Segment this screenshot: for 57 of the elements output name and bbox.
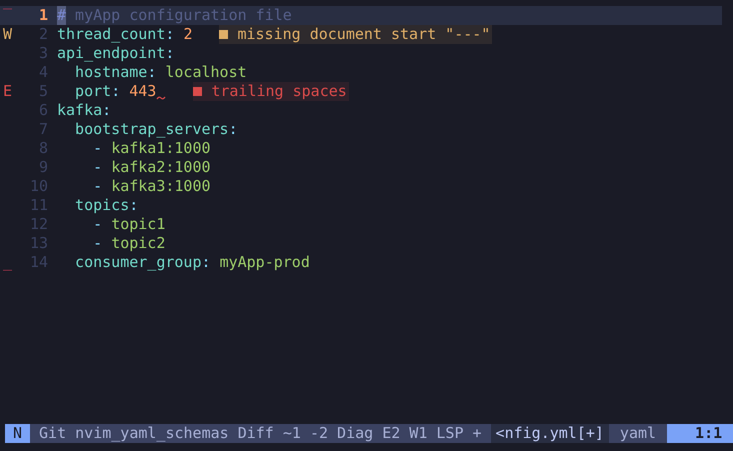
- diagnostic-icon: [193, 87, 202, 96]
- code-token: myApp configuration file: [74, 6, 292, 25]
- code-token: thread_count: [57, 25, 166, 44]
- code-token: :: [202, 253, 212, 272]
- code-token: -: [92, 158, 104, 177]
- code-token: :: [111, 82, 122, 101]
- error-sign: E: [3, 82, 12, 101]
- code-token: myApp-prod: [220, 253, 310, 272]
- code-token: kafka3:1000: [111, 177, 211, 196]
- line-number: 12: [28, 215, 48, 234]
- code-token: 443: [129, 82, 156, 101]
- code-token: topic1: [111, 215, 166, 234]
- code-token: -: [92, 215, 104, 234]
- code-token: topics: [74, 196, 130, 215]
- line-number: 14: [28, 253, 48, 272]
- warning-sign: W: [3, 25, 12, 44]
- code-token: -: [92, 177, 104, 196]
- code-token: -: [92, 234, 104, 253]
- code-token: port: [74, 82, 112, 101]
- status-section: 1:1: [667, 424, 733, 443]
- code-token: :: [165, 44, 174, 63]
- line-number: 2: [38, 25, 48, 44]
- line-number: 7: [38, 120, 48, 139]
- line-number: 13: [28, 234, 48, 253]
- code-token: 2: [183, 25, 192, 44]
- code-token: consumer_group: [74, 253, 202, 272]
- code-token: hostname: [74, 63, 148, 82]
- code-token: :: [228, 120, 238, 139]
- status-section: N: [5, 424, 30, 443]
- code-token: kafka: [57, 101, 102, 120]
- diagnostic-message: missing document start "---": [219, 25, 492, 44]
- code-token: :: [165, 25, 176, 44]
- line-number: 10: [28, 177, 48, 196]
- line-number: 3: [38, 44, 48, 63]
- line-number: 1: [38, 6, 48, 25]
- code-token: :: [147, 63, 158, 82]
- git-sign: _: [3, 253, 12, 272]
- code-token: -: [92, 139, 104, 158]
- line-number: 4: [38, 63, 48, 82]
- line-number: 6: [38, 101, 48, 120]
- line-number: 5: [38, 82, 48, 101]
- line-number: 8: [38, 139, 48, 158]
- code-token: api_endpoint: [57, 44, 166, 63]
- git-sign: ‾: [3, 6, 12, 25]
- code-token: :: [129, 196, 138, 215]
- cursor: #: [57, 6, 66, 25]
- diagnostic-icon: [219, 30, 228, 39]
- code-token: bootstrap_servers: [74, 120, 229, 139]
- line-number: 9: [38, 158, 48, 177]
- line-number: 11: [28, 196, 48, 215]
- code-token: topic2: [111, 234, 166, 253]
- code-token: kafka1:1000: [111, 139, 211, 158]
- code-token: kafka2:1000: [111, 158, 211, 177]
- code-token: :: [102, 101, 112, 120]
- status-section: <nfig.yml[+]: [490, 424, 609, 443]
- code-token: localhost: [165, 63, 247, 82]
- diagnostic-message: trailing spaces: [193, 82, 349, 101]
